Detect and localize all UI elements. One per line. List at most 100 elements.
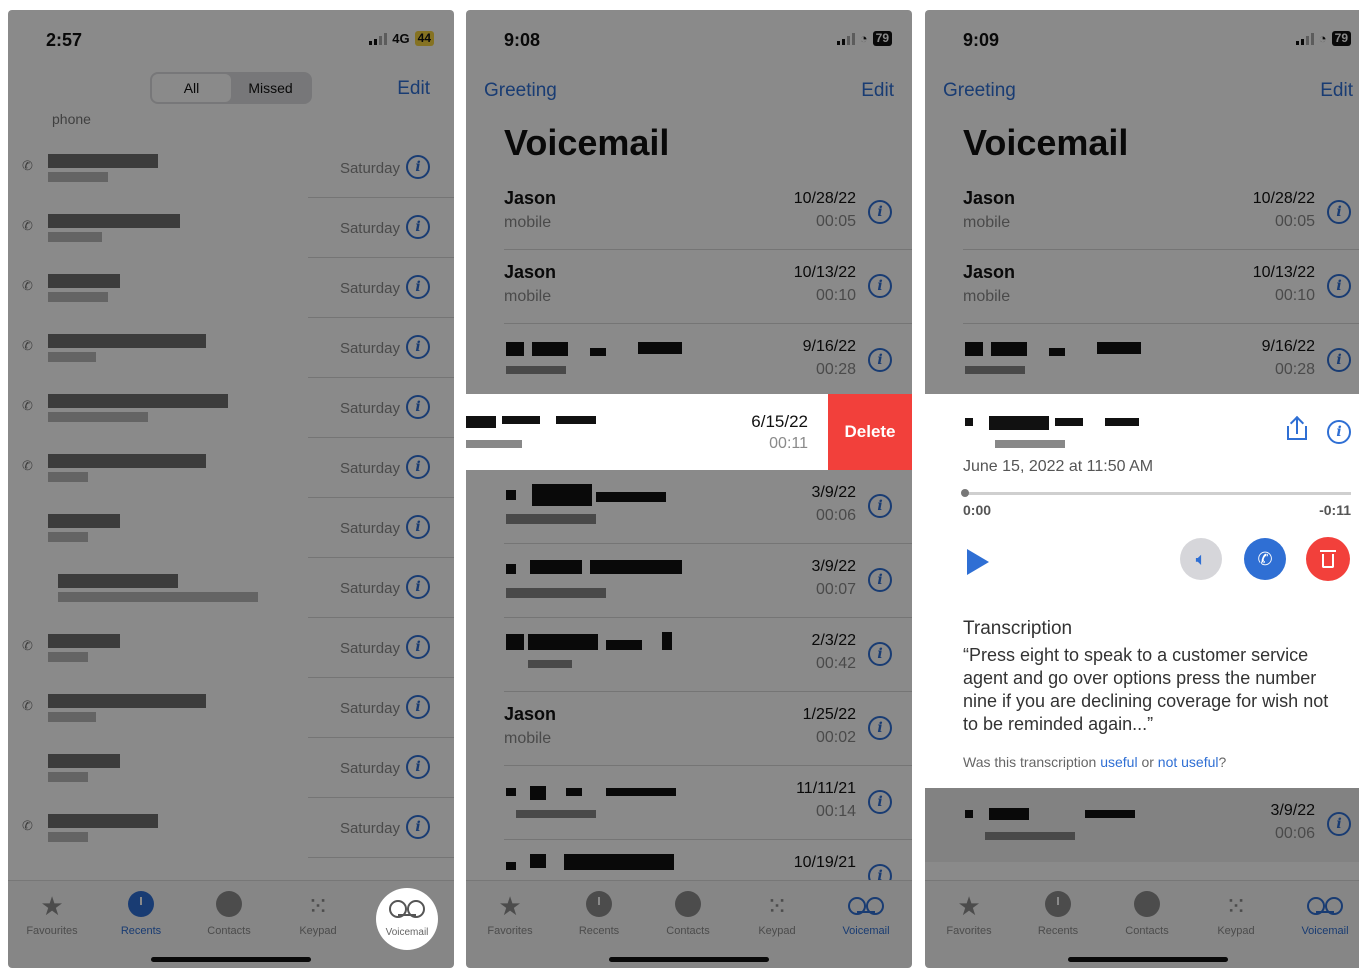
voicemail-item[interactable]: 11/11/21 00:14 i: [466, 766, 912, 840]
tab-contacts[interactable]: Contacts: [189, 891, 269, 937]
info-icon[interactable]: i: [868, 348, 892, 372]
info-icon[interactable]: i: [406, 395, 430, 419]
call-day: Saturday: [339, 580, 400, 597]
voicemail-item[interactable]: 9/16/22 00:28 i: [925, 324, 1359, 398]
not-useful-link[interactable]: not useful: [1158, 754, 1219, 770]
info-icon[interactable]: i: [406, 695, 430, 719]
info-icon[interactable]: i: [1327, 812, 1351, 836]
tab-favourites[interactable]: ★ Favourites: [12, 891, 92, 937]
call-day: Saturday: [339, 160, 400, 177]
pixelated-name: [506, 490, 516, 500]
speaker-button[interactable]: 🔈︎: [1180, 538, 1222, 580]
info-icon[interactable]: i: [1327, 420, 1351, 444]
star-icon: ★: [40, 891, 64, 921]
voicemail-item[interactable]: 3/9/22 00:07 i: [466, 544, 912, 618]
pixelated-name: [506, 564, 516, 574]
info-icon[interactable]: i: [406, 635, 430, 659]
info-icon[interactable]: i: [406, 755, 430, 779]
voicemail-duration: 00:05: [1274, 213, 1315, 230]
delete-button[interactable]: Delete: [828, 394, 912, 470]
segment-missed[interactable]: Missed: [231, 74, 310, 102]
voicemail-item[interactable]: Jason mobile 10/13/22 00:10 i: [466, 250, 912, 324]
tab-keypad[interactable]: ⁙ Keypad: [1196, 891, 1276, 937]
recent-call-row[interactable]: Saturday i: [8, 498, 454, 558]
voicemail-item-swiped[interactable]: 6/15/22 00:11 Delete: [466, 394, 912, 470]
greeting-button[interactable]: Greeting: [484, 80, 557, 102]
recent-call-row[interactable]: ✆ Saturday i: [8, 198, 454, 258]
blurred-name: [48, 454, 206, 468]
voicemail-date: 3/9/22: [1270, 802, 1315, 819]
voicemail-item[interactable]: Jason mobile 1/25/22 00:02 i: [466, 692, 912, 766]
info-icon[interactable]: i: [868, 716, 892, 740]
tab-keypad[interactable]: ⁙ Keypad: [278, 891, 358, 937]
tab-keypad[interactable]: ⁙ Keypad: [737, 891, 817, 937]
playback-scrubber[interactable]: [963, 492, 1351, 495]
edit-button[interactable]: Edit: [397, 78, 430, 100]
voicemail-item[interactable]: 3/9/22 00:06 i: [925, 788, 1359, 862]
info-icon[interactable]: i: [406, 155, 430, 179]
edit-button[interactable]: Edit: [1320, 80, 1353, 102]
info-icon[interactable]: i: [406, 215, 430, 239]
wifi-icon: ◔: [1318, 31, 1327, 46]
recent-call-row[interactable]: ✆ Saturday i: [8, 618, 454, 678]
pixelated-label: [528, 660, 572, 668]
recent-call-row[interactable]: ✆ Saturday i: [8, 258, 454, 318]
tab-voicemail[interactable]: Voicemail: [1285, 891, 1359, 937]
recent-call-row[interactable]: ✆ Saturday i: [8, 798, 454, 858]
call-back-button[interactable]: ✆: [1244, 538, 1286, 580]
info-icon[interactable]: i: [406, 575, 430, 599]
info-icon[interactable]: i: [868, 494, 892, 518]
tab-voicemail-highlighted[interactable]: Voicemail: [376, 888, 438, 950]
recent-call-row[interactable]: ✆ Saturday i: [8, 318, 454, 378]
info-icon[interactable]: i: [868, 568, 892, 592]
pixelated-label: [965, 366, 1025, 374]
info-icon[interactable]: i: [406, 515, 430, 539]
recent-call-row[interactable]: ✆ Saturday i: [8, 378, 454, 438]
tab-favorites[interactable]: ★ Favorites: [929, 891, 1009, 937]
info-icon[interactable]: i: [406, 335, 430, 359]
tab-recents[interactable]: Recents: [101, 891, 181, 937]
scrubber-knob[interactable]: [961, 489, 969, 497]
recent-call-row[interactable]: ✆ Saturday i: [8, 678, 454, 738]
segment-all[interactable]: All: [152, 74, 231, 102]
voicemail-item[interactable]: 3/9/22 00:06 i: [466, 470, 912, 544]
blurred-label: [48, 472, 88, 482]
clock-icon: [128, 891, 154, 917]
tab-favorites[interactable]: ★ Favorites: [470, 891, 550, 937]
tab-voicemail[interactable]: Voicemail: [826, 891, 906, 937]
voicemail-item[interactable]: Jason mobile 10/28/22 00:05 i: [466, 176, 912, 250]
home-indicator: [609, 957, 769, 962]
info-icon[interactable]: i: [1327, 348, 1351, 372]
info-icon[interactable]: i: [406, 815, 430, 839]
useful-link[interactable]: useful: [1100, 754, 1137, 770]
voicemail-item[interactable]: 9/16/22 00:28 i: [466, 324, 912, 398]
voicemail-item[interactable]: Jason mobile 10/13/22 00:10 i: [925, 250, 1359, 324]
info-icon[interactable]: i: [1327, 200, 1351, 224]
info-icon[interactable]: i: [868, 274, 892, 298]
info-icon[interactable]: i: [868, 790, 892, 814]
delete-voicemail-button[interactable]: [1299, 530, 1357, 588]
info-icon[interactable]: i: [868, 642, 892, 666]
recent-call-row[interactable]: Saturday i: [8, 738, 454, 798]
voicemail-item[interactable]: Jason mobile 10/28/22 00:05 i: [925, 176, 1359, 250]
voicemail-item[interactable]: 2/3/22 00:42 i: [466, 618, 912, 692]
recent-call-row[interactable]: ✆ Saturday i: [8, 438, 454, 498]
blurred-label: [48, 652, 88, 662]
voicemail-duration: 00:28: [815, 361, 856, 378]
greeting-button[interactable]: Greeting: [943, 80, 1016, 102]
pixelated-name: [466, 416, 496, 428]
tab-contacts[interactable]: Contacts: [1107, 891, 1187, 937]
recent-call-row[interactable]: ✆ Saturday i: [8, 138, 454, 198]
tab-recents[interactable]: Recents: [559, 891, 639, 937]
play-icon[interactable]: [967, 549, 989, 575]
tab-recents[interactable]: Recents: [1018, 891, 1098, 937]
pixelated-label: [985, 832, 1075, 840]
edit-button[interactable]: Edit: [861, 80, 894, 102]
tab-contacts[interactable]: Contacts: [648, 891, 728, 937]
info-icon[interactable]: i: [406, 455, 430, 479]
info-icon[interactable]: i: [1327, 274, 1351, 298]
info-icon[interactable]: i: [406, 275, 430, 299]
share-icon[interactable]: [1287, 415, 1307, 440]
info-icon[interactable]: i: [868, 200, 892, 224]
recent-call-row[interactable]: Saturday i: [8, 558, 454, 618]
